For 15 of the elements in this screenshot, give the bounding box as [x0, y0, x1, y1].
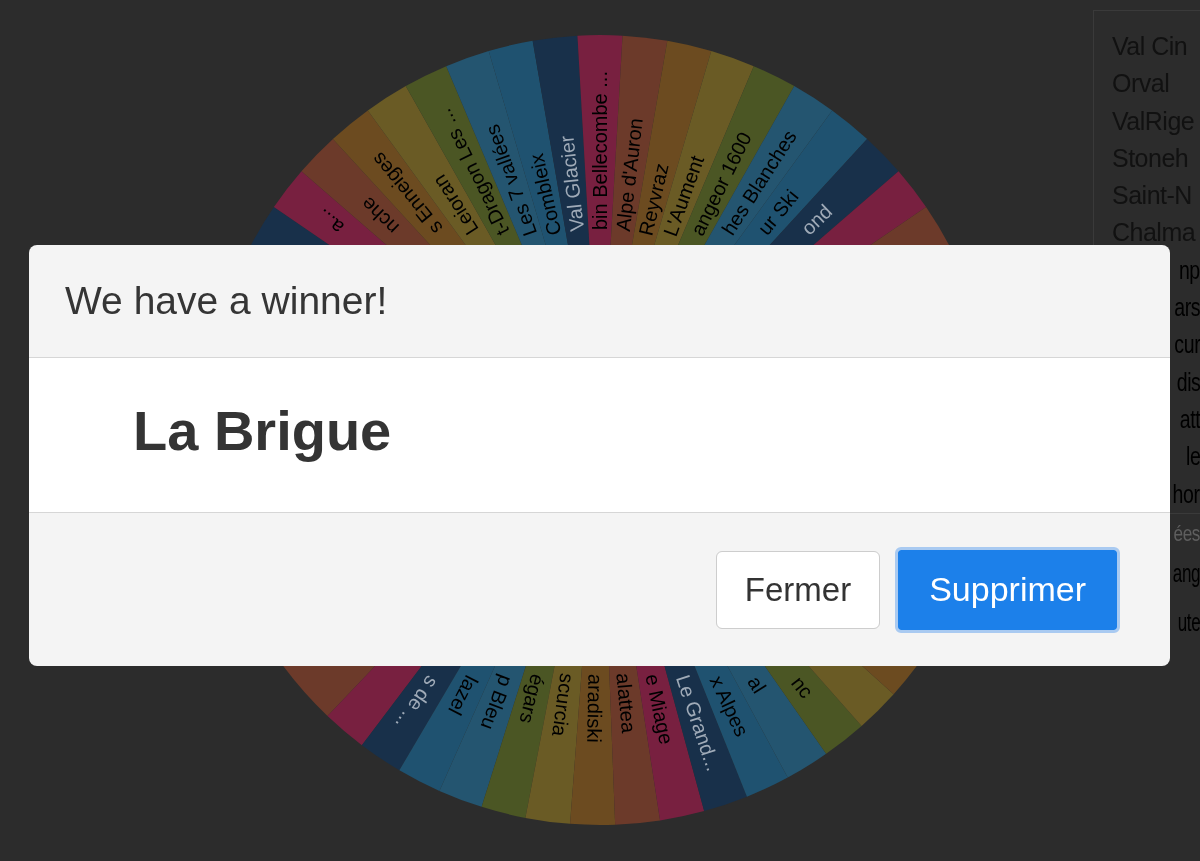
segment-label: al	[743, 672, 771, 697]
segment-label: aradiski	[583, 673, 607, 744]
delete-button[interactable]: Supprimer	[895, 546, 1120, 633]
segment-label: scurcia	[548, 672, 579, 738]
close-button[interactable]: Fermer	[715, 550, 881, 629]
segment-label: égars	[515, 672, 549, 726]
segment-label: lazel	[444, 672, 483, 719]
segment-label: nc	[787, 672, 818, 703]
dialog-title: We have a winner!	[65, 279, 388, 323]
segment-label: bin Bellecombe ...	[589, 71, 611, 230]
winner-name: La Brigue	[133, 397, 392, 463]
segment-label: s de ...	[391, 672, 444, 735]
segment-label: alattea	[612, 672, 640, 734]
segment-label: a...	[312, 204, 348, 239]
segment-label: ond	[797, 199, 837, 239]
